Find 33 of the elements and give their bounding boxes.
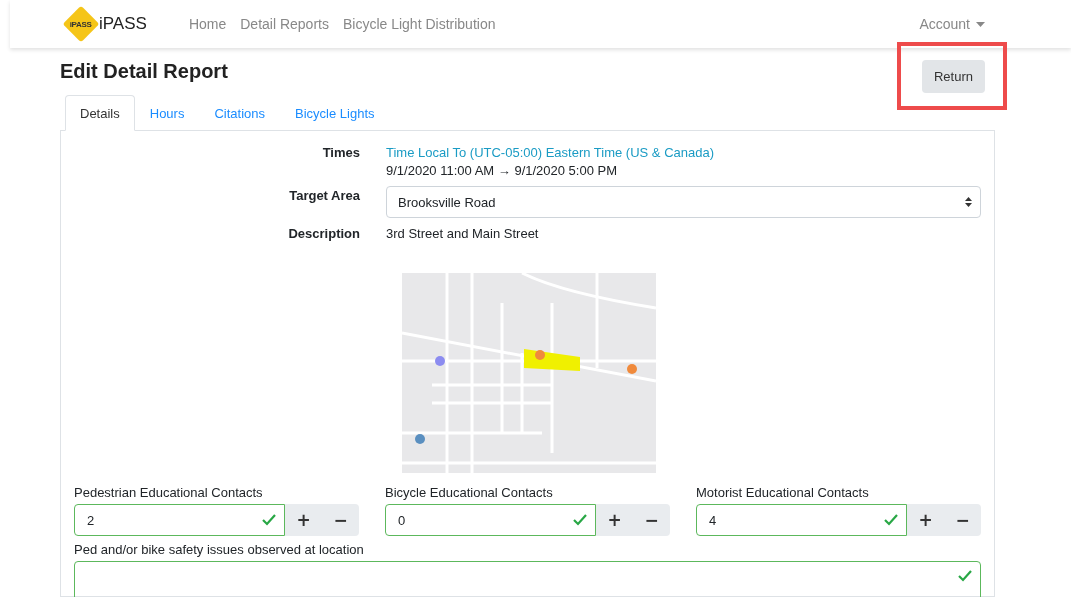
increment-button[interactable]: + bbox=[285, 504, 322, 536]
tab[interactable]: Citations bbox=[199, 95, 280, 131]
caret-icon bbox=[976, 21, 985, 27]
target-area-select[interactable]: Brooksville Road bbox=[386, 186, 981, 218]
number-input[interactable]: 4 bbox=[696, 504, 907, 536]
decrement-button[interactable]: − bbox=[633, 504, 670, 536]
decrement-button[interactable]: − bbox=[322, 504, 359, 536]
field-label: Ped and/or bike safety issues observed at location bbox=[74, 542, 364, 557]
decrement-button[interactable]: − bbox=[944, 504, 981, 536]
increment-button[interactable]: + bbox=[907, 504, 944, 536]
field-label: Description bbox=[287, 226, 360, 241]
text-area[interactable] bbox=[74, 561, 981, 597]
field-label: Motorist Educational Contacts bbox=[696, 485, 870, 500]
field-label: Pedestrian Educational Contacts bbox=[74, 485, 264, 500]
field-label: Times bbox=[321, 145, 360, 162]
increment-button[interactable]: + bbox=[596, 504, 633, 536]
sort-arrows-icon bbox=[965, 197, 972, 207]
time-range: 9/1/2020 11:00 AM → 9/1/2020 5:00 PM bbox=[386, 163, 618, 178]
nav-link[interactable]: Home bbox=[188, 16, 227, 32]
field-label: Bicycle Educational Contacts bbox=[385, 485, 554, 500]
nav-link[interactable]: Detail Reports bbox=[240, 16, 329, 32]
page-title: Edit Detail Report bbox=[60, 60, 228, 83]
description-text: 3rd Street and Main Street bbox=[386, 226, 540, 241]
field-label: Target Area bbox=[288, 187, 360, 203]
logo-text: iPASS bbox=[70, 19, 92, 29]
brand-name[interactable]: iPASS bbox=[99, 14, 147, 34]
return-button[interactable]: Return bbox=[921, 60, 985, 93]
timezone-text: Time Local To (UTC-05:00) Eastern Time (US & Canada) bbox=[386, 145, 715, 160]
tab[interactable]: Details bbox=[65, 95, 135, 131]
number-input[interactable]: 2 bbox=[74, 504, 285, 536]
number-input[interactable]: 0 bbox=[385, 504, 596, 536]
account-menu[interactable]: Account bbox=[919, 16, 985, 32]
nav-link[interactable]: Bicycle Light Distribution bbox=[342, 16, 496, 32]
